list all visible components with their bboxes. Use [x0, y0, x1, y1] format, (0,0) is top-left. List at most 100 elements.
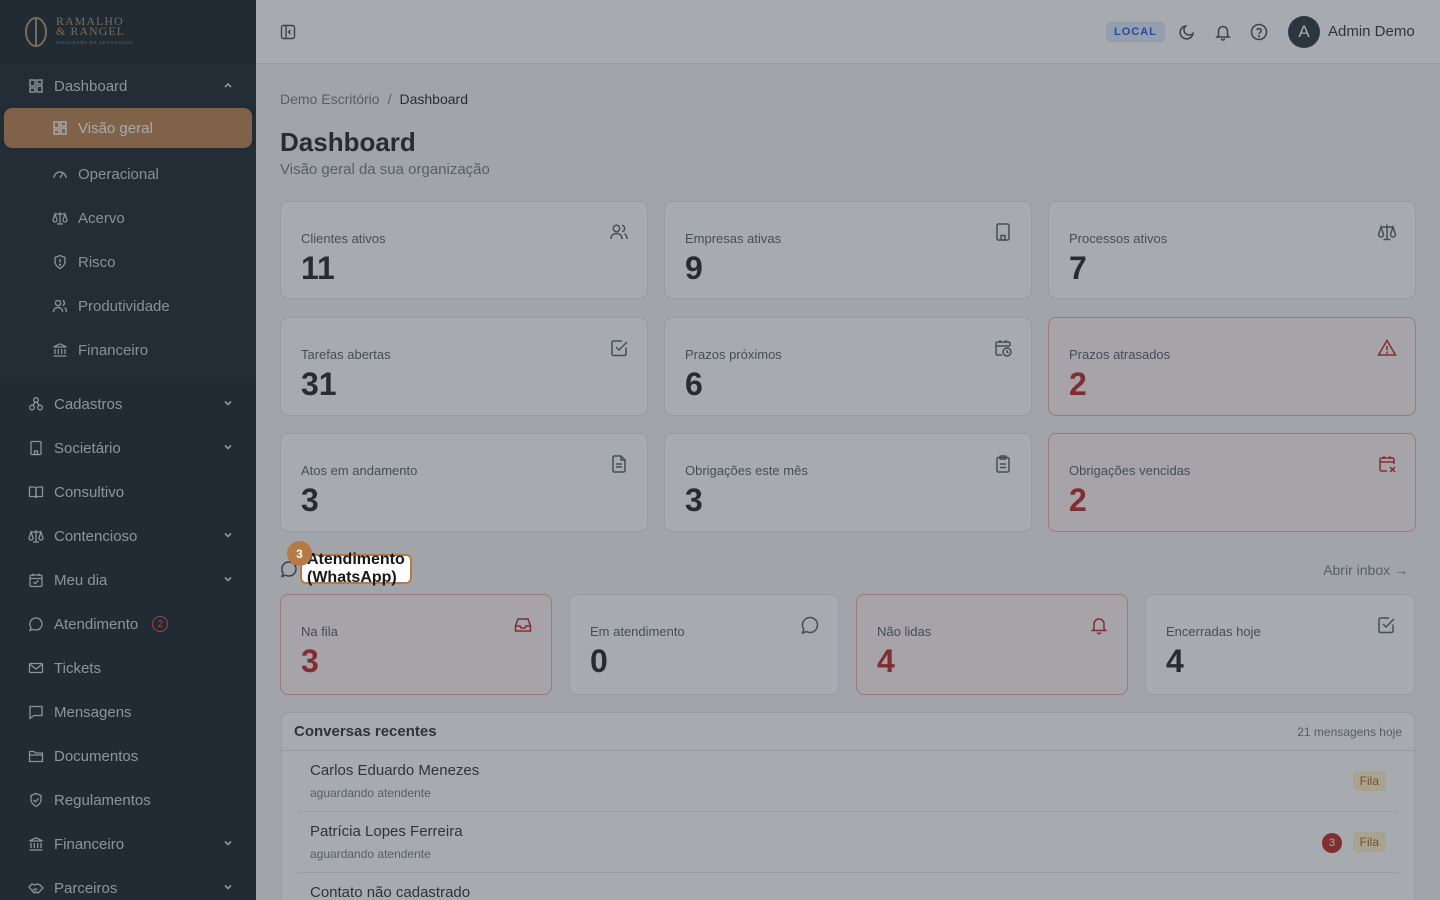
contact-name: Carlos Eduardo Menezes — [310, 762, 480, 779]
chevron-down-icon[interactable] — [222, 573, 234, 585]
scale-icon — [28, 529, 44, 543]
sidebar-item-label: Societário — [54, 439, 121, 457]
sidebar-item-mensagens[interactable]: Mensagens — [0, 690, 256, 734]
wa-card-em-atendimento[interactable]: Em atendimento 0 — [569, 594, 839, 695]
messages-today-count: 21 mensagens hoje — [1297, 725, 1402, 739]
calendar-clock-icon — [995, 340, 1012, 357]
sidebar-item-label: Regulamentos — [54, 791, 151, 809]
sidebar-item-contencioso[interactable]: Contencioso — [0, 514, 256, 558]
stat-label: Atos em andamento — [301, 463, 418, 478]
stat-label: Encerradas hoje — [1166, 624, 1261, 639]
stat-card-empresas[interactable]: Empresas ativas 9 — [664, 201, 1032, 299]
sidebar-item-societario[interactable]: Societário — [0, 426, 256, 470]
sidebar-item-atendimento[interactable]: Atendimento 2 — [0, 602, 256, 646]
unread-badge: 2 — [152, 616, 169, 632]
sidebar-item-tickets[interactable]: Tickets — [0, 646, 256, 690]
stat-label: Na fila — [301, 624, 338, 639]
stat-label: Tarefas abertas — [301, 347, 391, 362]
stat-value: 31 — [301, 366, 337, 402]
conversation-row[interactable]: Contato não cadastrado — [298, 873, 1398, 900]
wa-card-nao-lidas[interactable]: Não lidas 4 — [856, 594, 1128, 695]
stat-card-obrigacoes-vencidas[interactable]: Obrigações vencidas 2 — [1048, 433, 1416, 532]
chevron-down-icon[interactable] — [222, 529, 234, 541]
stat-value: 9 — [685, 250, 703, 286]
building-icon — [30, 440, 42, 456]
sidebar-item-label: Acervo — [78, 209, 125, 227]
sidebar-item-parceiros[interactable]: Parceiros — [0, 866, 256, 900]
stat-value: 3 — [685, 482, 703, 518]
breadcrumb-current: Dashboard — [399, 91, 468, 107]
sidebar-item-cadastros[interactable]: Cadastros — [0, 382, 256, 426]
sidebar-subitem-produtividade[interactable]: Produtividade — [0, 284, 256, 328]
chevron-down-icon[interactable] — [222, 881, 234, 893]
unread-count-badge: 3 — [1322, 833, 1342, 853]
stat-value: 2 — [1069, 482, 1087, 518]
stat-label: Processos ativos — [1069, 231, 1168, 246]
contact-name: Patrícia Lopes Ferreira — [310, 823, 463, 840]
warning-icon — [1377, 339, 1397, 356]
conversation-row[interactable]: Carlos Eduardo Menezes aguardando atende… — [298, 751, 1398, 812]
chat-icon — [801, 616, 819, 635]
wa-card-na-fila[interactable]: Na fila 3 — [280, 594, 552, 695]
queue-tag: Fila — [1352, 832, 1386, 852]
sidebar-item-label: Meu dia — [54, 571, 108, 589]
sidebar-item-financeiro[interactable]: Financeiro — [0, 822, 256, 866]
breadcrumb-root[interactable]: Demo Escritório — [280, 91, 380, 107]
sidebar-item-meu-dia[interactable]: Meu dia — [0, 558, 256, 602]
ticket-icon — [28, 662, 44, 674]
brand-logo[interactable]: RAMALHO & RANGEL SOCIEDADE DE ADVOGADOS — [0, 0, 256, 64]
sidebar-item-label: Parceiros — [54, 879, 118, 897]
avatar[interactable]: A — [1288, 16, 1320, 48]
sidebar-item-label: Financeiro — [78, 341, 149, 359]
open-inbox-link[interactable]: Abrir inbox → — [1323, 562, 1408, 578]
stat-label: Obrigações este mês — [685, 463, 808, 478]
page-title: Dashboard — [280, 127, 416, 157]
message-icon — [29, 705, 43, 720]
stat-value: 3 — [301, 643, 319, 679]
sidebar-item-label: Visão geral — [78, 119, 153, 137]
sidebar-item-label: Tickets — [54, 659, 101, 677]
sidebar-item-label: Operacional — [78, 165, 159, 183]
sidebar-item-regulamentos[interactable]: Regulamentos — [0, 778, 256, 822]
sidebar-item-documentos[interactable]: Documentos — [0, 734, 256, 778]
stat-card-processos[interactable]: Processos ativos 7 — [1048, 201, 1416, 299]
whatsapp-section-title[interactable]: Atendimento (WhatsApp) — [300, 551, 412, 586]
stat-value: 2 — [1069, 366, 1087, 402]
wa-card-encerradas[interactable]: Encerradas hoje 4 — [1145, 594, 1415, 695]
sidebar-item-dashboard[interactable]: Dashboard — [0, 64, 256, 108]
bank-icon — [29, 837, 43, 851]
chevron-down-icon[interactable] — [222, 837, 234, 849]
sidebar-subitem-operacional[interactable]: Operacional — [0, 152, 256, 196]
stat-card-prazos-atrasados[interactable]: Prazos atrasados 2 — [1048, 317, 1416, 416]
building-icon — [996, 223, 1010, 241]
stat-card-prazos-proximos[interactable]: Prazos próximos 6 — [664, 317, 1032, 416]
sidebar-item-consultivo[interactable]: Consultivo — [0, 470, 256, 514]
stat-card-tarefas[interactable]: Tarefas abertas 31 — [280, 317, 648, 416]
chevron-up-icon[interactable] — [222, 79, 234, 91]
user-name[interactable]: Admin Demo — [1328, 23, 1415, 40]
stat-card-clientes[interactable]: Clientes ativos 11 — [280, 201, 648, 299]
sidebar-subitem-financeiro[interactable]: Financeiro — [0, 328, 256, 372]
moon-icon[interactable] — [1178, 23, 1196, 41]
conversation-status: aguardando atendente — [310, 847, 431, 861]
inbox-icon — [514, 618, 532, 632]
conversation-row[interactable]: Patrícia Lopes Ferreira aguardando atend… — [298, 812, 1398, 873]
stat-card-obrigacoes-mes[interactable]: Obrigações este mês 3 — [664, 433, 1032, 532]
stat-value: 3 — [301, 482, 319, 518]
stat-card-atos[interactable]: Atos em andamento 3 — [280, 433, 648, 532]
chevron-down-icon[interactable] — [222, 397, 234, 409]
top-header: LOCAL A Admin Demo — [256, 0, 1440, 64]
sidebar-subitem-acervo[interactable]: Acervo — [0, 196, 256, 240]
help-icon[interactable] — [1250, 23, 1268, 41]
chevron-down-icon[interactable] — [222, 441, 234, 453]
sidebar-subitem-risco[interactable]: Risco — [0, 240, 256, 284]
page-subtitle: Visão geral da sua organização — [280, 161, 490, 178]
sidebar-item-label: Mensagens — [54, 703, 132, 721]
sidebar-item-label: Produtividade — [78, 297, 170, 315]
sidebar-subitem-visao-geral[interactable]: Visão geral — [4, 108, 252, 148]
sidebar-toggle-icon[interactable] — [280, 24, 296, 40]
book-icon — [28, 486, 44, 499]
bell-icon[interactable] — [1214, 23, 1232, 41]
stat-label: Clientes ativos — [301, 231, 386, 246]
tour-step-badge: 3 — [287, 541, 312, 566]
